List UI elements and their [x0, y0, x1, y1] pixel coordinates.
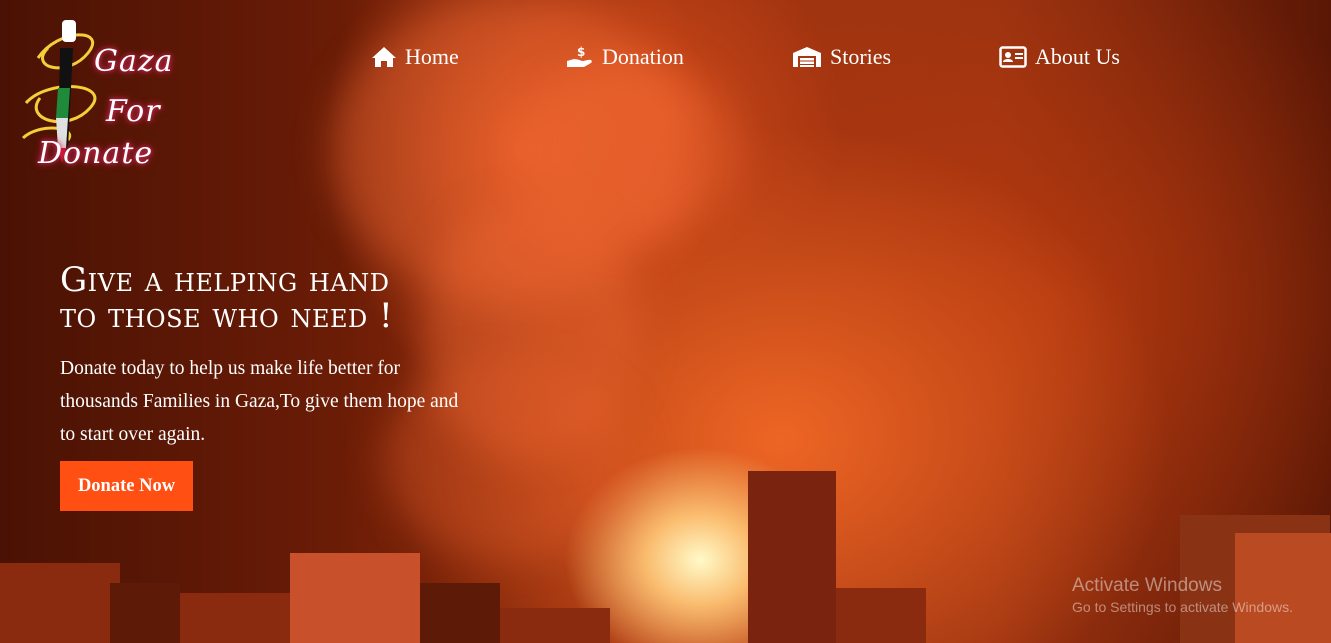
watermark-title: Activate Windows	[1072, 575, 1222, 596]
logo-text-for: For	[106, 94, 161, 129]
home-icon	[371, 46, 397, 68]
hero-title-line-2: to those who need !	[60, 296, 394, 336]
activate-windows-watermark: Activate Windows Go to Settings to activ…	[1072, 575, 1293, 617]
logo-text-donate: Donate	[38, 136, 154, 171]
nav-label-about-us: About Us	[1035, 44, 1120, 69]
hero-title-line-1: Give a helping hand	[60, 260, 390, 300]
nav-item-stories[interactable]: Stories	[792, 44, 891, 70]
main-nav: Home $ Donation Stories About Us	[0, 44, 1331, 76]
nav-item-home[interactable]: Home	[371, 44, 459, 70]
svg-text:$: $	[577, 45, 585, 59]
nav-item-donation[interactable]: $ Donation	[566, 44, 684, 70]
nav-item-about-us[interactable]: About Us	[999, 44, 1120, 70]
donate-now-button[interactable]: Donate Now	[60, 461, 193, 511]
hero-description: Donate today to help us make life better…	[60, 358, 459, 445]
id-card-icon	[999, 46, 1027, 68]
nav-label-stories: Stories	[830, 44, 892, 69]
donation-hand-icon: $	[566, 45, 594, 69]
hero-title: Give a helping hand to those who need !	[60, 262, 490, 334]
nav-label-donation: Donation	[602, 44, 684, 69]
watermark-subtitle: Go to Settings to activate Windows.	[1072, 599, 1293, 615]
site-logo[interactable]: Gaza For Donate	[18, 8, 178, 178]
nav-label-home: Home	[405, 44, 459, 69]
warehouse-icon	[792, 46, 822, 68]
